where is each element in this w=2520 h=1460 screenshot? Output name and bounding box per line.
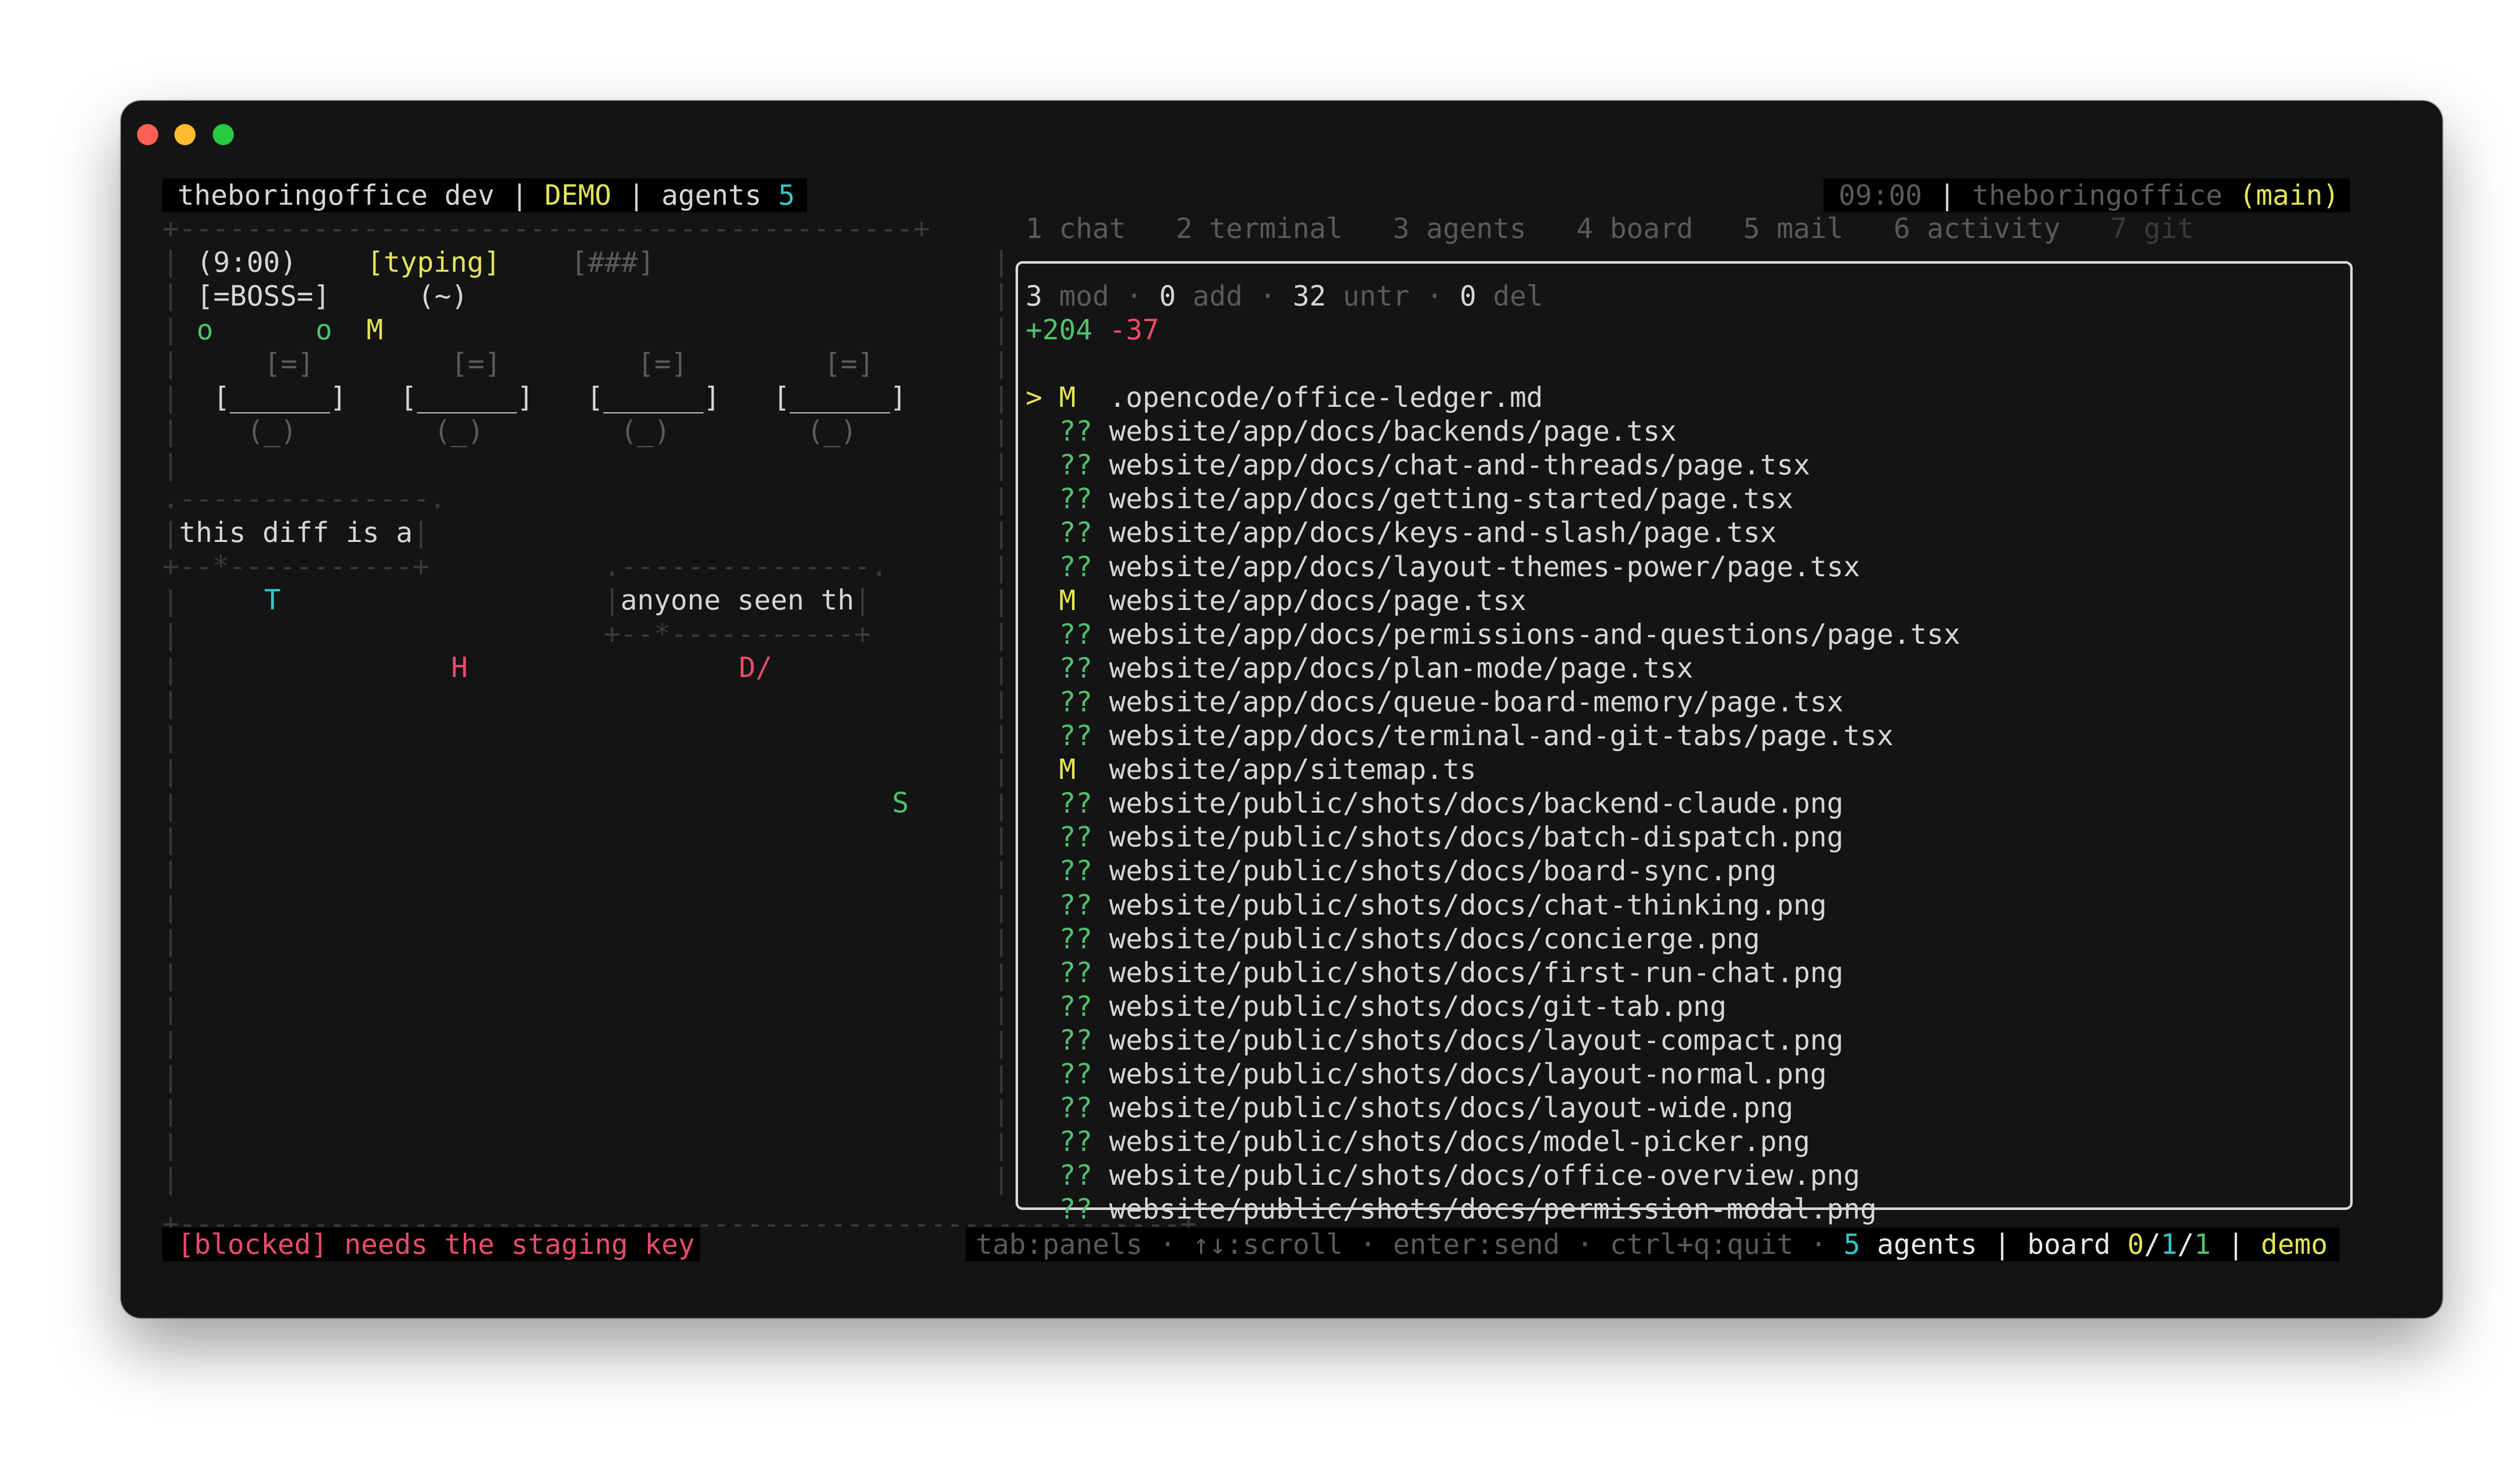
git-stats: 3 mod · 0 add · 32 untr · 0 del [1026,280,1543,312]
speech-bubble-bottom: +--*-----------+ [162,550,429,582]
list-item[interactable]: ?? website/public/shots/docs/layout-comp… [1026,1023,1960,1057]
boss-status: [typing] [367,246,500,278]
list-item[interactable]: ?? website/app/docs/backends/page.tsx [1026,414,1960,448]
list-item[interactable]: ?? website/app/docs/layout-themes-power/… [1026,550,1960,584]
list-item[interactable]: ?? website/public/shots/docs/board-sync.… [1026,854,1960,888]
list-item[interactable]: ?? website/public/shots/docs/model-picke… [1026,1125,1960,1159]
office-border-top: +---------------------------------------… [162,212,930,245]
office-border-right: | | | | | | | | | | | | | | | | | | | | | | | | | | | | [993,245,1010,1195]
boss-label: [=BOSS=] [197,280,330,312]
list-item[interactable]: ?? website/app/docs/queue-board-memory/p… [1026,685,1960,719]
list-item[interactable]: ?? website/public/shots/docs/concierge.p… [1026,922,1960,956]
list-item[interactable]: ?? website/public/shots/docs/layout-norm… [1026,1057,1960,1091]
list-item[interactable]: M website/app/sitemap.ts [1026,753,1960,786]
agents-count: 5 [778,179,795,211]
clock: 09:00 [1839,179,1922,211]
speech-bubble: |anyone seen th| [604,584,871,616]
agent-t: T [264,584,281,616]
file-list: > M .opencode/office-ledger.md ?? websit… [1026,347,1960,1294]
terminal-window: theboringoffice dev | DEMO | agents 5 09… [121,101,2442,1318]
list-item[interactable]: ?? website/app/docs/getting-started/page… [1026,482,1960,516]
speech-bubble-bottom: +--*-----------+ [604,618,871,650]
tab-chat[interactable]: 1 chat [1026,212,1126,245]
monitor: [=] [824,347,874,380]
list-item[interactable]: ?? website/public/shots/docs/git-tab.png [1026,990,1960,1023]
list-item[interactable]: ?? website/public/shots/docs/layout-wide… [1026,1091,1960,1125]
tab-agents[interactable]: 3 agents [1393,212,1527,245]
agent-s: S [892,786,909,819]
list-item[interactable]: ?? website/public/shots/docs/office-over… [1026,1159,1960,1192]
cursor: > [1026,381,1043,414]
chair: (_) [247,415,297,447]
chair: (_) [807,415,857,447]
tab-activity[interactable]: 6 activity [1894,212,2060,245]
key-hints: tab:panels · ↑↓:scroll · enter:send · ct… [976,1228,1827,1260]
chair: (_) [620,415,671,447]
app-title: theboringoffice dev [177,179,495,211]
desk: [______] [773,381,907,413]
demo-badge: demo [2260,1228,2328,1260]
blocked-status: [blocked] needs the staging key [162,1228,700,1261]
list-item[interactable]: ?? website/app/docs/plan-mode/page.tsx [1026,651,1960,685]
lines-removed: -37 [1109,314,1159,346]
lines-added: +204 [1026,314,1093,346]
agent-o-2: o [316,314,333,346]
speech-bubble-top: .---------------. [162,482,446,515]
tab-mail[interactable]: 5 mail [1743,212,1844,245]
monitor: [=] [451,347,501,380]
list-item[interactable]: ?? website/app/docs/keys-and-slash/page.… [1026,516,1960,550]
list-item[interactable]: M website/app/docs/page.tsx [1026,584,1960,618]
monitor: [=] [264,347,314,380]
list-item[interactable]: > M .opencode/office-ledger.md [1026,381,1960,414]
tab-git[interactable]: 7 git [2110,212,2194,245]
speech-bubble: |this diff is a| [162,516,429,549]
agent-o-1: o [197,314,214,346]
desk: [______] [213,381,347,413]
chair: (_) [434,415,484,447]
desk: [______] [587,381,720,413]
minimize-button[interactable] [174,124,196,145]
list-item[interactable]: ?? website/public/shots/docs/permission-… [1026,1192,1960,1226]
list-item[interactable]: ?? website/app/docs/chat-and-threads/pag… [1026,448,1960,482]
header-left: theboringoffice dev | DEMO | agents 5 [162,178,807,212]
desk: [______] [400,381,534,413]
branch-name: (main) [2239,179,2340,211]
list-item[interactable]: ?? website/public/shots/docs/chat-thinki… [1026,888,1960,922]
header-right: 09:00 | theboringoffice (main) [1823,178,2351,212]
list-item[interactable]: ?? website/public/shots/docs/backend-cla… [1026,786,1960,820]
tab-terminal[interactable]: 2 terminal [1176,212,1343,245]
status-bar: tab:panels · ↑↓:scroll · enter:send · ct… [966,1228,2340,1261]
agent-d: D/ [739,651,773,684]
office-border-left: | | | | | | | | | | | | | | | | | | | | | | | | | | [162,245,179,1195]
diff-summary: +204 -37 [1026,313,1159,347]
list-item[interactable]: ?? website/public/shots/docs/batch-dispa… [1026,820,1960,854]
list-item[interactable]: ?? website/public/shots/docs/first-run-c… [1026,956,1960,990]
agent-m: M [366,314,384,346]
maximize-button[interactable] [213,124,234,145]
close-button[interactable] [137,124,158,145]
speech-bubble-top: .---------------. [604,550,888,582]
list-item[interactable]: ?? website/app/docs/permissions-and-ques… [1026,618,1960,651]
list-item[interactable]: ?? website/app/docs/terminal-and-git-tab… [1026,719,1960,753]
mode-badge: DEMO [544,179,611,211]
monitor: [=] [638,347,688,380]
boss-progress: [###] [571,246,655,278]
repo-name: theboringoffice [1972,179,2223,211]
agent-h: H [451,651,468,684]
boss-face: (~) [418,280,468,312]
tab-bar: 1 chat 2 terminal 3 agents 4 board 5 mai… [1026,212,2194,246]
tab-board[interactable]: 4 board [1577,212,1693,245]
boss-clock: (9:00) [197,246,297,278]
